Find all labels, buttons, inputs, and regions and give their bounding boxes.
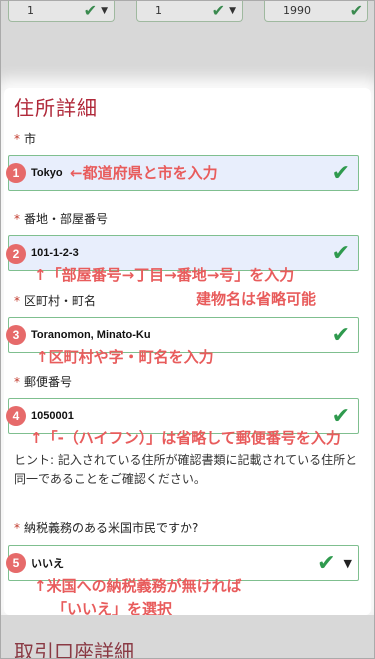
chevron-down-icon: ▼ [343,556,352,570]
birth-month-select[interactable]: 1 ✔ ▼ [136,0,243,22]
address-hint: ヒント: 記入されている住所が確認書類に記載されている住所と同一であることをご確… [14,453,358,486]
district-annotation: ↑区町村や字・町名を入力 [36,348,214,366]
chevron-down-icon: ▼ [101,5,108,16]
check-icon: ✔ [83,1,98,20]
step-badge-5: 5 [6,553,26,573]
required-mark: * [14,521,20,535]
district-label-text: 区町村・町名 [24,294,97,308]
check-icon: ✔ [331,403,350,429]
address-annotation-line2: 建物名は省略可能 [196,290,317,308]
birth-year-value: 1990 [283,4,311,17]
address-label: * 番地・部屋番号 [14,210,108,227]
city-label-text: 市 [24,132,37,146]
check-icon: ✔ [331,322,350,348]
check-icon: ✔ [331,160,350,186]
city-annotation: ←都道府県と市を入力 [70,164,218,182]
district-value: Toranomon, Minato-Ku [31,329,151,341]
postal-value: 1050001 [31,410,74,422]
section-title: 住所詳細 [14,96,98,120]
address-annotation-line1: ↑「部屋番号→丁目→番地→号」を入力 [34,266,295,284]
step-badge-4: 4 [6,406,26,426]
address-label-text: 番地・部屋番号 [24,212,109,226]
us-tax-value: いいえ [31,558,64,570]
required-mark: * [14,375,20,389]
step-badge-3: 3 [6,325,26,345]
birth-year-select[interactable]: 1990 ✔ [264,0,368,22]
us-tax-annotation-line1: ↑米国への納税義務が無ければ [34,577,242,595]
check-icon: ✔ [331,240,350,266]
address-value: 101-1-2-3 [31,247,79,259]
district-label: * 区町村・町名 [14,292,96,309]
required-mark: * [14,132,20,146]
us-tax-label: * 納税義務のある米国市民ですか? [14,519,198,536]
check-icon: ✔ [211,1,226,20]
step-badge-1: 1 [6,163,26,183]
check-icon: ✔ [349,1,363,20]
city-label: * 市 [14,130,36,147]
birth-month-value: 1 [155,4,162,17]
check-icon: ✔ [317,550,336,576]
chevron-down-icon: ▼ [229,5,236,16]
postal-annotation: ↑「-（ハイフン）」は省略して郵便番号を入力 [30,429,341,447]
us-tax-label-text: 納税義務のある米国市民ですか? [24,521,199,535]
next-section-title: 取引口座詳細 [14,640,134,659]
postal-label-text: 郵便番号 [24,375,73,389]
birth-day-select[interactable]: 1 ✔ ▼ [8,0,115,22]
postal-label: * 郵便番号 [14,373,72,390]
step-badge-2: 2 [6,244,26,264]
required-mark: * [14,294,20,308]
required-mark: * [14,212,20,226]
birth-day-value: 1 [27,4,34,17]
